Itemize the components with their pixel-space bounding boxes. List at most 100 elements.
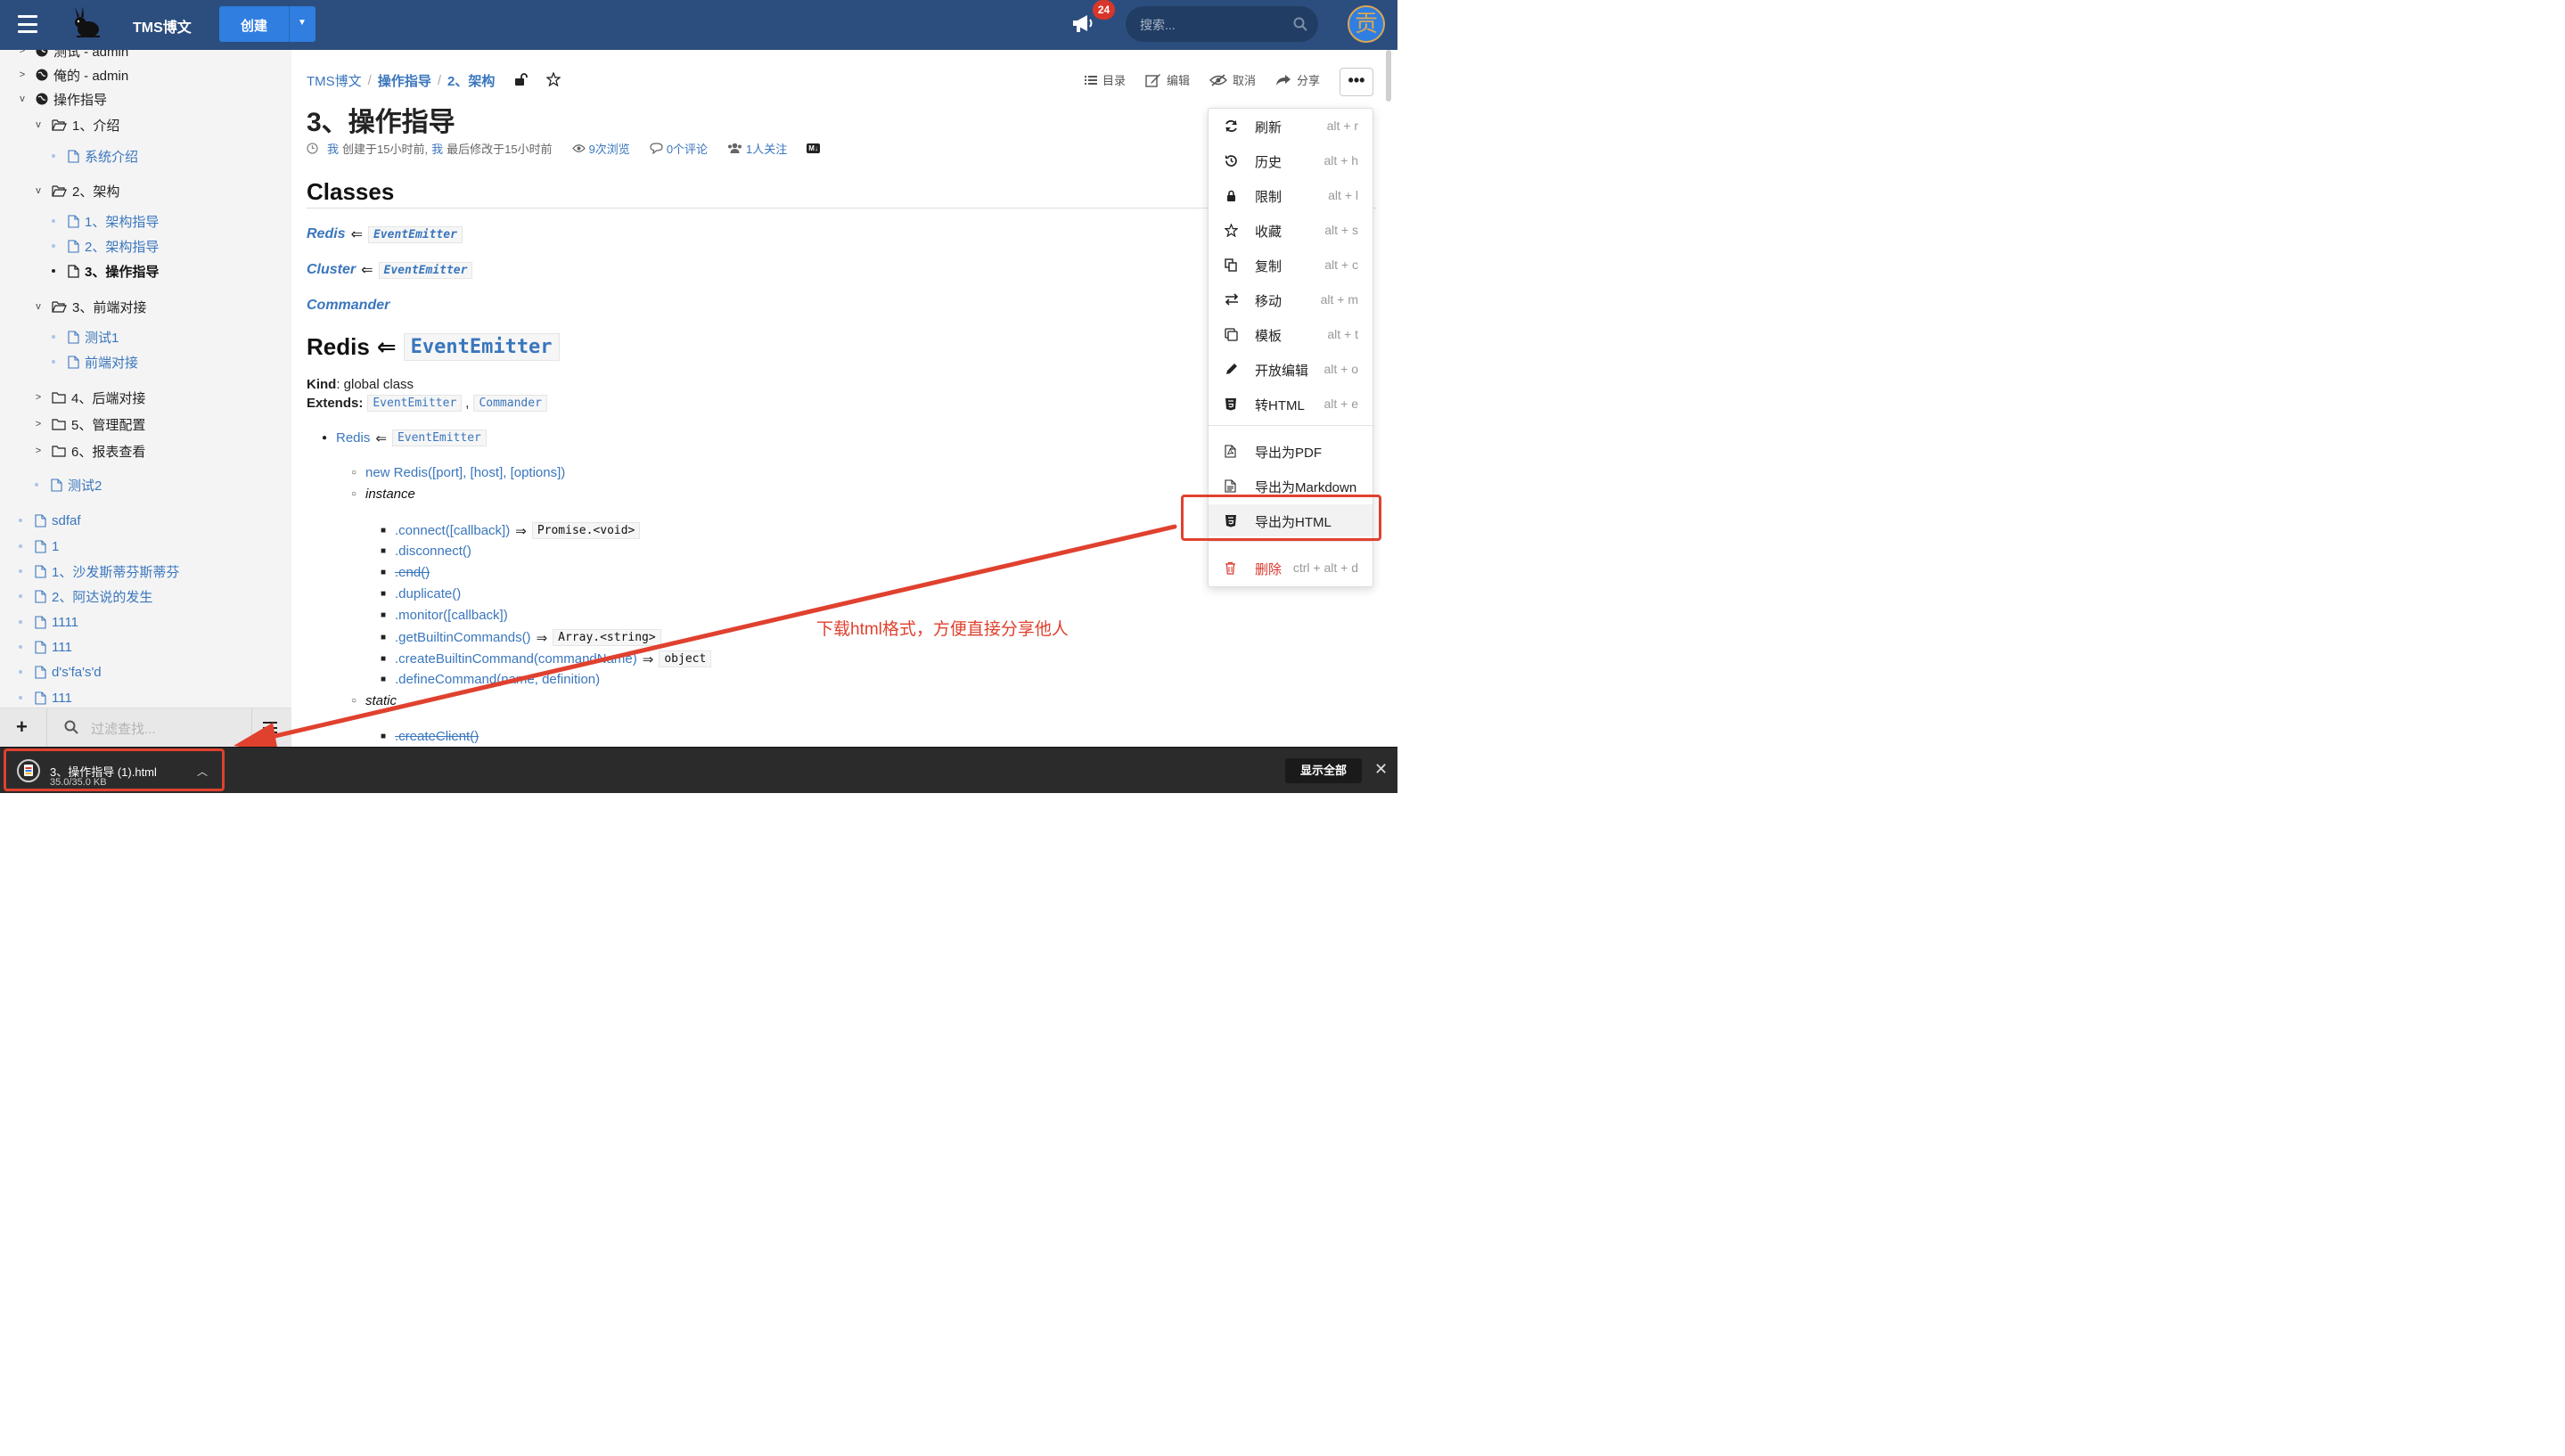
member-link[interactable]: .disconnect() (395, 544, 471, 559)
unlock-icon[interactable] (514, 72, 529, 89)
breadcrumb-level2[interactable]: 2、架构 (447, 71, 495, 90)
tree-item[interactable]: v 1、介绍 (32, 114, 119, 135)
member-link[interactable]: .getBuiltinCommands() (395, 630, 531, 645)
tree-item[interactable]: v 3、前端对接 (32, 296, 146, 317)
search-input[interactable]: 搜索... (1140, 16, 1176, 34)
menu-item-delete[interactable]: 删除 ctrl + alt + d (1209, 552, 1373, 584)
menu-item-history[interactable]: 历史 alt + h (1209, 144, 1373, 176)
deprecated-member-link[interactable]: .end() (395, 565, 430, 580)
show-all-button[interactable]: 显示全部 (1285, 758, 1362, 783)
share-button[interactable]: 分享 (1275, 71, 1320, 88)
search-icon[interactable] (1293, 17, 1307, 34)
tree-item[interactable]: 1111 (19, 611, 78, 633)
chevron-right-icon[interactable]: > (16, 70, 29, 80)
bullet-disc: ● (322, 433, 328, 443)
download-item[interactable]: 3、操作指导 (1).html 35.0/35.0 KB ︿ (4, 748, 225, 791)
member-link[interactable]: .monitor([callback]) (395, 608, 508, 623)
star-icon[interactable] (545, 70, 562, 90)
chevron-down-icon[interactable]: v (32, 119, 45, 130)
toc-button[interactable]: 目录 (1085, 71, 1126, 88)
user-avatar[interactable]: 贡 (1348, 5, 1385, 43)
redis-link[interactable]: Redis (336, 430, 370, 446)
menu-item-open-edit[interactable]: 开放编辑 alt + o (1209, 353, 1373, 385)
tree-item[interactable]: d's'fa's'd (19, 661, 102, 683)
parent-class-code[interactable]: EventEmitter (378, 261, 473, 279)
megaphone-icon[interactable] (1071, 12, 1094, 37)
tree-item[interactable]: 1 (19, 536, 59, 557)
tree-item[interactable]: > 4、后端对接 (32, 387, 146, 408)
tree-item[interactable]: 前端对接 (52, 351, 138, 372)
hamburger-menu-icon[interactable] (18, 15, 37, 33)
notification-badge[interactable]: 24 (1093, 0, 1115, 20)
cancel-button[interactable]: 取消 (1209, 71, 1256, 88)
member-link[interactable]: .createBuiltinCommand(commandName) (395, 651, 637, 667)
tree-item[interactable]: 1、架构指导 (52, 210, 159, 232)
parent-class-code[interactable]: EventEmitter (403, 333, 560, 361)
chevron-down-icon[interactable]: v (16, 94, 29, 104)
extends-eventemitter[interactable]: EventEmitter (367, 395, 463, 412)
modifier-link[interactable]: 我 (431, 140, 443, 157)
author-link[interactable]: 我 (327, 140, 339, 157)
menu-item-copy[interactable]: 复制 alt + c (1209, 249, 1373, 281)
member-link[interactable]: .connect([callback]) (395, 523, 510, 538)
folder-open-icon (52, 184, 67, 197)
tree-item[interactable]: v 2、架构 (32, 180, 119, 201)
tree-item[interactable]: 111 (19, 636, 72, 658)
list-menu-icon[interactable] (263, 722, 277, 733)
extends-commander[interactable]: Commander (473, 395, 547, 412)
parent-class-code[interactable]: EventEmitter (391, 429, 487, 446)
chevron-down-icon[interactable]: v (32, 301, 45, 312)
tree-item[interactable]: > 6、报表查看 (32, 440, 146, 462)
chevron-right-icon[interactable]: > (16, 50, 29, 56)
menu-item-move[interactable]: 移动 alt + m (1209, 283, 1373, 315)
tree-item[interactable]: 系统介绍 (52, 145, 138, 167)
parent-class-code[interactable]: EventEmitter (367, 225, 463, 243)
class-link[interactable]: Commander (307, 298, 389, 314)
search-box[interactable]: 搜索... (1126, 6, 1318, 42)
tree-item[interactable]: 测试2 (35, 474, 102, 495)
followers-count[interactable]: 1人关注 (727, 140, 787, 157)
tree-item[interactable]: v 操作指导 (16, 88, 107, 110)
create-button[interactable]: 创建 ▼ (219, 6, 316, 42)
chevron-right-icon[interactable]: > (32, 446, 45, 456)
class-link[interactable]: Cluster (307, 262, 356, 278)
brand-title[interactable]: TMS博文 (133, 15, 192, 37)
tree-item[interactable]: 测试1 (52, 326, 119, 348)
caret-down-icon[interactable]: ▼ (298, 18, 307, 28)
menu-item-restrict[interactable]: 限制 alt + l (1209, 179, 1373, 211)
tree-item[interactable]: > 5、管理配置 (32, 413, 146, 435)
tree-item[interactable]: > 俺的 - admin (16, 64, 128, 86)
filter-input[interactable]: 过滤查找... (91, 719, 156, 738)
tree-item[interactable]: sdfaf (19, 510, 81, 531)
tree-item[interactable]: 1、沙发斯蒂芬斯蒂芬 (19, 560, 179, 582)
menu-item-refresh[interactable]: 刷新 alt + r (1209, 110, 1373, 142)
breadcrumb-level1[interactable]: 操作指导 (378, 71, 431, 90)
tree-item[interactable]: 2、架构指导 (52, 235, 159, 257)
rabbit-logo-icon[interactable] (70, 5, 105, 44)
chevron-right-icon[interactable]: > (32, 392, 45, 403)
menu-item-template[interactable]: 模板 alt + t (1209, 318, 1373, 350)
edit-button[interactable]: 编辑 (1145, 71, 1190, 88)
menu-item-export-pdf[interactable]: 导出为PDF (1209, 435, 1373, 467)
chevron-right-icon[interactable]: > (32, 419, 45, 429)
tree-item[interactable]: 2、阿达说的发生 (19, 585, 152, 607)
chevron-up-icon[interactable]: ︿ (197, 764, 208, 779)
tree-item[interactable]: > 测试 - admin (16, 50, 128, 61)
menu-item-favorite[interactable]: 收藏 alt + s (1209, 214, 1373, 246)
add-icon[interactable]: + (16, 716, 28, 739)
close-icon[interactable]: ✕ (1374, 760, 1388, 779)
scrollbar[interactable] (1386, 50, 1391, 102)
breadcrumb-root[interactable]: TMS博文 (307, 71, 362, 90)
tree-item-active[interactable]: 3、操作指导 (52, 260, 159, 282)
chevron-down-icon[interactable]: v (32, 185, 45, 196)
deprecated-member-link[interactable]: .createClient() (395, 729, 479, 744)
kind-label: Kind (307, 377, 337, 392)
member-link[interactable]: .duplicate() (395, 586, 461, 601)
tree-item[interactable]: 111 (19, 687, 72, 708)
member-link[interactable]: .defineCommand(name, definition) (395, 672, 600, 687)
comments-count[interactable]: 0个评论 (650, 140, 708, 157)
menu-item-to-html[interactable]: 转HTML alt + e (1209, 388, 1373, 420)
class-link[interactable]: Redis (307, 226, 346, 242)
more-options-button[interactable]: ••• (1340, 68, 1373, 96)
member-link[interactable]: new Redis([port], [host], [options]) (365, 465, 565, 480)
